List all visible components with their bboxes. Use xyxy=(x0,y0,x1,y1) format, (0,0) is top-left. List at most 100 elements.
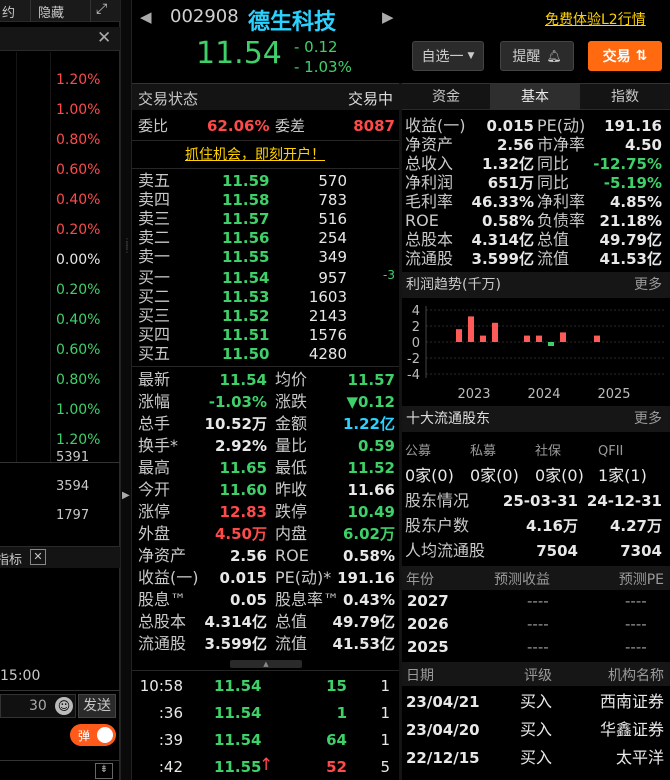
next-stock-icon[interactable]: ▶ xyxy=(382,8,394,26)
stat-value: -1.03% xyxy=(208,393,267,411)
fund-value: 0.58% xyxy=(481,212,534,230)
holder-category: 社保 xyxy=(535,444,562,459)
trade-label: 交易 xyxy=(602,49,631,65)
stat-label: 量比 xyxy=(275,436,308,455)
percent-label: 1.20% xyxy=(56,432,101,448)
fund-value: -12.75% xyxy=(593,155,662,173)
tick-price: 11.55 xyxy=(214,758,262,776)
profit-bar xyxy=(468,316,474,342)
fund-label: 总值 xyxy=(537,230,570,249)
stat-value: 2.92% xyxy=(214,437,267,455)
percent-label: 0.00% xyxy=(56,252,101,268)
stat-label: 最低 xyxy=(275,458,308,477)
left-top-text: 约 xyxy=(2,6,16,21)
stat-value: 191.16 xyxy=(337,569,395,587)
buys-label: 买二 xyxy=(138,287,171,306)
sells-volume: 516 xyxy=(318,210,347,228)
tick-count: 1 xyxy=(380,731,390,749)
hide-button[interactable]: 隐藏 xyxy=(38,2,64,21)
profit-more-link[interactable]: 更多 xyxy=(634,272,662,298)
holder-category: 私募 xyxy=(470,444,497,459)
scroll-handle[interactable]: ▲ xyxy=(230,660,302,668)
l2-trial-link[interactable]: 免费体验L2行情 xyxy=(545,9,646,29)
stat-value: 11.60 xyxy=(219,481,267,499)
stat-value: 1.22亿 xyxy=(342,415,395,433)
stat-value: 4.50万 xyxy=(214,525,267,543)
sells-volume: 570 xyxy=(318,172,347,190)
prev-stock-icon[interactable]: ◀ xyxy=(140,8,152,26)
tick-volume: 64 xyxy=(326,731,347,749)
tick-price: 11.54 xyxy=(214,677,262,695)
tick-price: 11.54 xyxy=(214,704,262,722)
stat-label: 换手* xyxy=(138,436,179,455)
sells-price: 11.59 xyxy=(222,172,270,190)
scroll-down-icon[interactable]: ⇟ xyxy=(95,763,113,779)
toggle-knob xyxy=(97,727,113,743)
fund-label: 同比 xyxy=(537,173,570,192)
tab-basic[interactable]: 基本 xyxy=(490,84,580,110)
percent-label: 0.40% xyxy=(56,192,101,208)
buys-label: 买五 xyxy=(138,344,171,363)
tick-time: :39 xyxy=(158,731,183,749)
ratings-h-date: 日期 xyxy=(406,668,434,684)
fund-label: 总收入 xyxy=(405,154,454,173)
y-tick-label: 2 xyxy=(412,320,420,335)
fund-value: 46.33% xyxy=(471,193,534,211)
message-input[interactable]: 30 ☺ xyxy=(0,694,76,718)
forecast-year: 2027 xyxy=(407,592,449,610)
danmu-toggle-label: 弹 xyxy=(78,729,91,743)
percent-label: 0.20% xyxy=(56,282,101,298)
watchlist-dropdown[interactable]: 自选一 ▼ xyxy=(412,41,484,71)
fund-label: 净资产 xyxy=(405,135,454,154)
trade-button[interactable]: 交易 ⇅ xyxy=(588,41,662,71)
fund-label: ROE xyxy=(405,211,439,230)
danmu-toggle[interactable]: 弹 xyxy=(70,724,116,746)
stock-code: 002908 xyxy=(170,6,239,27)
percent-label: 0.60% xyxy=(56,342,101,358)
chevron-down-icon: ▼ xyxy=(467,51,475,61)
profit-bar xyxy=(456,329,462,342)
fund-value: 0.015 xyxy=(486,117,534,135)
holder-count: 0家(0) xyxy=(405,466,454,485)
forecast-year: 2026 xyxy=(407,615,449,633)
collapse-icon[interactable]: ▶ xyxy=(122,490,130,501)
rating-org: 太平洋 xyxy=(615,748,664,767)
stat-value: 6.02万 xyxy=(342,525,395,543)
tick-time: 10:58 xyxy=(139,677,183,695)
close-icon[interactable]: ✕ xyxy=(30,549,46,565)
tab-index[interactable]: 指数 xyxy=(580,84,670,110)
ratings-header: 日期 评级 机构名称 xyxy=(402,662,670,686)
percent-label: 0.40% xyxy=(56,312,101,328)
panel-splitter[interactable]: ⋮ ⋮ ⋮ ▶ xyxy=(120,0,132,780)
stat-value: 2.56 xyxy=(229,547,267,565)
stat-value: 0.43% xyxy=(342,591,395,609)
close-icon[interactable]: ✕ xyxy=(97,28,111,48)
forecast-h-year: 年份 xyxy=(406,572,434,588)
expand-icon[interactable]: ⤢ xyxy=(96,1,107,17)
holder-category: QFII xyxy=(598,444,624,459)
forecast-header: 年份 预测收益 预测PE xyxy=(402,566,670,590)
alert-button[interactable]: 提醒 🔔︎ xyxy=(500,41,574,71)
holders-more-link[interactable]: 更多 xyxy=(634,406,662,432)
y-tick-label: 0 xyxy=(412,336,420,351)
stat-label: 最高 xyxy=(138,458,171,477)
tab-funds[interactable]: 资金 xyxy=(402,84,490,110)
stat-label: 涨跌 xyxy=(275,392,308,411)
stat-label: PE(动)* xyxy=(275,568,332,587)
percent-label: 0.80% xyxy=(56,372,101,388)
emoji-icon[interactable]: ☺ xyxy=(55,697,73,715)
forecast-eps: ---- xyxy=(527,592,549,610)
sells-volume: 254 xyxy=(318,229,347,247)
profit-bar xyxy=(524,335,530,342)
open-account-link[interactable]: 抓住机会，即刻开户！ xyxy=(185,145,325,165)
forecast-pe: ---- xyxy=(625,638,647,656)
holder-count: 0家(0) xyxy=(470,466,519,485)
holder-count: 0家(0) xyxy=(535,466,584,485)
indicator-label[interactable]: 指标 xyxy=(0,549,22,568)
status-value: 交易中 xyxy=(347,90,393,108)
buys-volume: 1603 xyxy=(308,288,347,306)
stat-label: 总股本 xyxy=(138,612,187,631)
profit-trend-chart: 420-2-4 2023 2024 2025 xyxy=(407,304,664,402)
send-button[interactable]: 发送 xyxy=(78,694,116,718)
swap-icon: ⇅ xyxy=(635,48,648,64)
